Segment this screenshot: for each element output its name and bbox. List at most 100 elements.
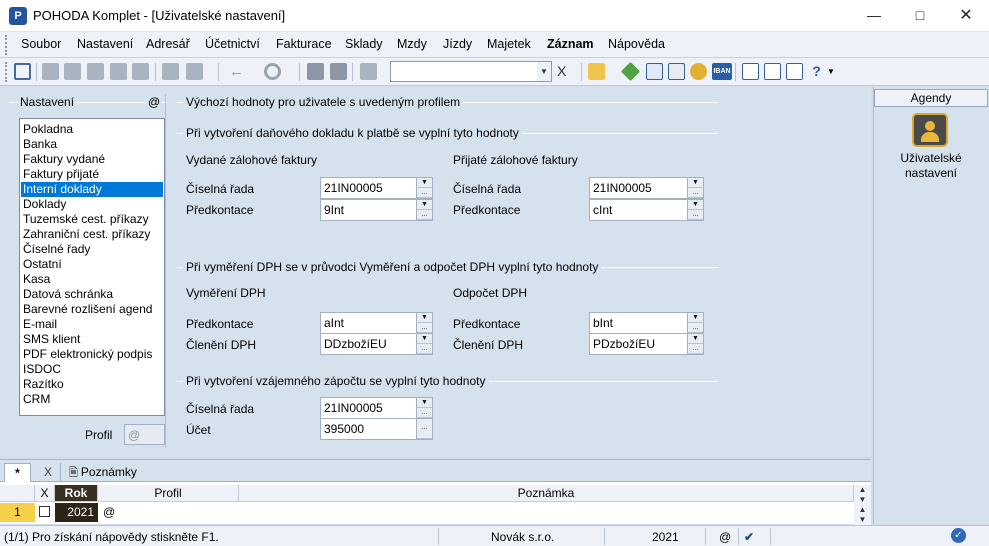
status-ok-icon[interactable]: ✓ <box>951 528 966 543</box>
s1-left-ciselna-rada-field[interactable]: 21IN00005 ▼… <box>320 177 433 199</box>
dropdown-icon[interactable]: ▼ <box>688 178 703 188</box>
new-icon[interactable] <box>132 63 149 80</box>
list-item[interactable]: PDF elektronický podpis <box>21 347 163 362</box>
user-settings-icon[interactable] <box>912 113 948 147</box>
grid-header-x[interactable]: X <box>35 485 55 502</box>
list-item[interactable]: Pokladna <box>21 122 163 137</box>
row-checkbox[interactable] <box>39 506 50 517</box>
list-item[interactable]: Tuzemské cest. příkazy <box>21 212 163 227</box>
s1-right-predkontace-field[interactable]: cInt ▼… <box>589 199 704 221</box>
user-settings-item[interactable]: Uživatelské nastavení <box>874 151 988 181</box>
ellipsis-icon[interactable]: … <box>688 344 703 354</box>
s3-ucet-field[interactable]: 395000… <box>320 418 433 440</box>
cancel-icon[interactable] <box>330 63 347 80</box>
list-item[interactable]: CRM <box>21 392 163 407</box>
close-icon[interactable]: ✕ <box>943 0 989 31</box>
edit-icon[interactable] <box>87 63 104 80</box>
menu-fakturace[interactable]: Fakturace <box>276 37 332 51</box>
s2-right-predkontace-field[interactable]: bInt ▼… <box>589 312 704 334</box>
filter-icon[interactable]: Χ <box>557 63 574 80</box>
dropdown-icon[interactable]: ▼ <box>688 313 703 323</box>
menu-zaznam[interactable]: Záznam <box>547 37 594 51</box>
copy-icon[interactable] <box>42 63 59 80</box>
list-item[interactable]: Datová schránka <box>21 287 163 302</box>
menu-grip-icon[interactable] <box>5 35 8 55</box>
check-icon[interactable] <box>162 63 179 80</box>
row-profil[interactable]: @ <box>103 503 115 522</box>
dropdown-icon[interactable]: ▼ <box>417 313 432 323</box>
list-item[interactable]: Barevné rozlišení agend <box>21 302 163 317</box>
chevron-down-icon[interactable]: ▼ <box>537 62 551 81</box>
s1-left-predkontace-field[interactable]: 9Int ▼… <box>320 199 433 221</box>
print-preview-icon[interactable] <box>14 63 31 80</box>
list-item[interactable]: E-mail <box>21 317 163 332</box>
s2-right-cleneni-field[interactable]: PDzbožíEU ▼… <box>589 333 704 355</box>
help-arrow-icon[interactable]: ? <box>808 63 825 80</box>
menu-adresar[interactable]: Adresář <box>146 37 190 51</box>
list-item[interactable]: Doklady <box>21 197 163 212</box>
list-item[interactable]: Kasa <box>21 272 163 287</box>
calculator-icon[interactable] <box>646 63 663 80</box>
ellipsis-icon[interactable]: … <box>417 188 432 198</box>
s1-right-ciselna-rada-field[interactable]: 21IN00005 ▼… <box>589 177 704 199</box>
list-item[interactable]: Faktury vydané <box>21 152 163 167</box>
dropdown-icon[interactable]: ▼ <box>417 398 432 408</box>
money-icon[interactable] <box>620 61 641 82</box>
list-item[interactable]: SMS klient <box>21 332 163 347</box>
ellipsis-icon[interactable]: … <box>417 344 432 354</box>
ellipsis-icon[interactable]: … <box>417 323 432 333</box>
toolbar-grip-icon[interactable] <box>5 62 8 82</box>
filter-tab-icon[interactable]: Χ <box>39 465 57 479</box>
dropdown-icon[interactable]: ▼ <box>688 200 703 210</box>
list-item[interactable]: Banka <box>21 137 163 152</box>
window-icon[interactable] <box>786 63 803 80</box>
list-item[interactable]: Zahraniční cest. příkazy <box>21 227 163 242</box>
dropdown-icon[interactable]: ▼ <box>417 178 432 188</box>
save-icon[interactable] <box>307 63 324 80</box>
message-icon[interactable] <box>742 63 759 80</box>
checkmark-icon[interactable]: ✔ <box>744 530 754 544</box>
menu-napoveda[interactable]: Nápověda <box>608 37 665 51</box>
ellipsis-icon[interactable]: … <box>688 210 703 220</box>
list-item[interactable]: Ostatní <box>21 257 163 272</box>
list-item[interactable]: ISDOC <box>21 362 163 377</box>
grid-scrollbar[interactable]: ▲ ▼ ▲ ▼ <box>854 485 871 525</box>
tab-poznamky[interactable]: 🗎 Poznámky <box>60 463 150 482</box>
delete-icon[interactable] <box>110 63 127 80</box>
coins-icon[interactable] <box>690 63 707 80</box>
s2-left-predkontace-field[interactable]: aInt ▼… <box>320 312 433 334</box>
dropdown-icon[interactable]: ▼ <box>417 200 432 210</box>
grid-header-poznamka[interactable]: Poznámka <box>239 485 854 502</box>
minimize-icon[interactable]: — <box>851 0 897 31</box>
tab-star[interactable]: * <box>4 463 31 482</box>
s2-left-cleneni-field[interactable]: DDzbožíEU ▼… <box>320 333 433 355</box>
menu-sklady[interactable]: Sklady <box>345 37 383 51</box>
menu-majetek[interactable]: Majetek <box>487 37 531 51</box>
s3-ciselna-rada-field[interactable]: 21IN00005 ▼… <box>320 397 433 419</box>
menu-nastaveni[interactable]: Nastavení <box>77 37 133 51</box>
gear-icon[interactable] <box>264 63 281 80</box>
settings-list[interactable]: Pokladna Banka Faktury vydané Faktury př… <box>19 118 165 416</box>
row-poznamka[interactable] <box>239 503 854 522</box>
dropdown-icon[interactable]: ▼ <box>688 334 703 344</box>
list-icon[interactable] <box>764 63 781 80</box>
profil-field[interactable]: @ <box>124 424 165 445</box>
toolbar-search-combo[interactable]: ▼ <box>390 61 552 82</box>
back-arrow-icon[interactable]: ← <box>229 63 246 80</box>
menu-mzdy[interactable]: Mzdy <box>397 37 427 51</box>
list-item[interactable]: Číselné řady <box>21 242 163 257</box>
grid-header-rok[interactable]: Rok <box>55 485 98 502</box>
pohoda-app-icon[interactable]: P <box>9 7 27 25</box>
folder-icon[interactable] <box>588 63 605 80</box>
menu-soubor[interactable]: Soubor <box>21 37 61 51</box>
ellipsis-icon[interactable]: … <box>688 323 703 333</box>
accounting-icon[interactable] <box>668 63 685 80</box>
back-icon[interactable] <box>186 63 203 80</box>
grid-header-profil[interactable]: Profil <box>98 485 239 502</box>
list-item[interactable]: Razítko <box>21 377 163 392</box>
toolbar-dropdown-icon[interactable]: ▼ <box>827 63 844 80</box>
ellipsis-icon[interactable]: … <box>417 419 432 439</box>
menu-jizdy[interactable]: Jízdy <box>443 37 472 51</box>
find-icon[interactable] <box>64 63 81 80</box>
iban-icon[interactable]: IBAN <box>712 63 732 80</box>
